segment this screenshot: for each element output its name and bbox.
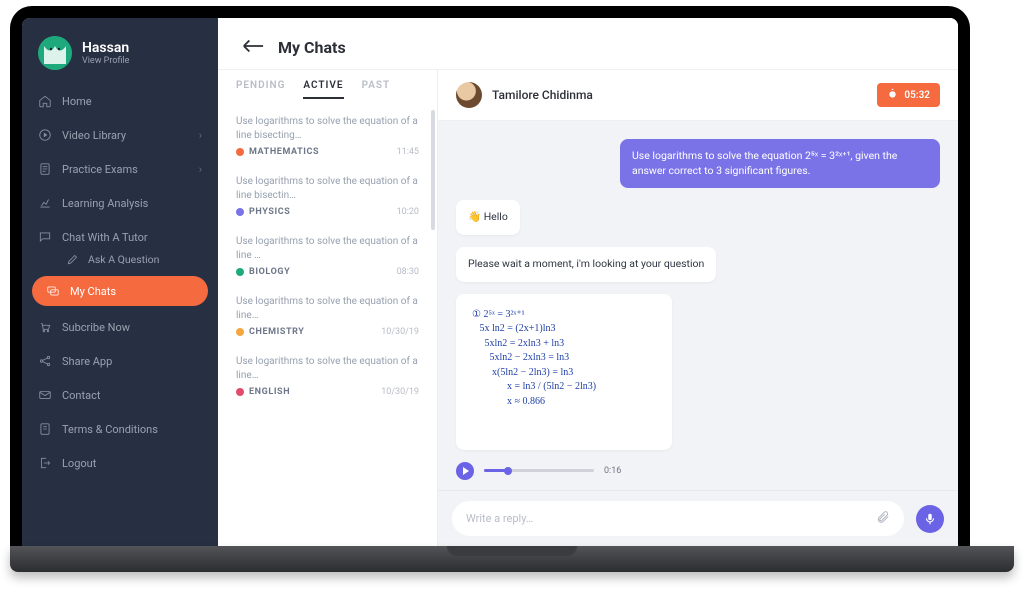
sidebar-item-learning-analysis[interactable]: Learning Analysis [22, 186, 218, 220]
audio-track[interactable] [484, 469, 594, 472]
contact-avatar [456, 82, 482, 108]
subject-dot [236, 328, 244, 336]
sidebar: Hassan View Profile Home Video Library ›… [22, 18, 218, 546]
sidebar-item-label: Chat With A Tutor [62, 231, 148, 244]
reply-input[interactable] [466, 512, 866, 525]
scrollbar-thumb[interactable] [431, 110, 435, 230]
profile-name: Hassan [82, 40, 129, 56]
sidebar-item-label: Practice Exams [62, 163, 138, 176]
reply-field-wrap [452, 501, 904, 536]
avatar [38, 36, 72, 70]
session-timer: 05:32 [877, 83, 940, 107]
sidebar-item-label: Subcribe Now [62, 321, 130, 334]
message-image[interactable]: ① 2⁵ˣ = 3²ˣ⁺¹ 5x ln2 = (2x+1)ln3 5xln2 =… [456, 294, 672, 450]
back-button[interactable] [242, 38, 264, 57]
profile-block[interactable]: Hassan View Profile [22, 18, 218, 84]
mic-button[interactable] [916, 505, 944, 533]
sidebar-item-label: Contact [62, 389, 100, 402]
sidebar-item-label: Home [62, 95, 92, 108]
stopwatch-icon [887, 88, 898, 102]
sidebar-item-label: Terms & Conditions [62, 423, 158, 436]
audio-duration: 0:16 [604, 466, 621, 476]
chats-icon [46, 284, 60, 298]
tab-active[interactable]: ACTIVE [303, 80, 343, 99]
chat-list-item[interactable]: Use logarithms to solve the equation of … [218, 285, 437, 345]
chat-list-item[interactable]: Use logarithms to solve the equation of … [218, 105, 437, 165]
message-audio: 0:16 [456, 462, 621, 480]
play-icon [38, 128, 52, 142]
chart-icon [38, 196, 52, 210]
message-incoming: Hello [456, 200, 520, 235]
tab-pending[interactable]: PENDING [236, 80, 285, 99]
main-panel: My Chats PENDING ACTIVE PAST Use logarit… [218, 18, 958, 546]
profile-subtitle[interactable]: View Profile [82, 56, 129, 66]
tab-past[interactable]: PAST [362, 80, 391, 99]
chat-list-item[interactable]: Use logarithms to solve the equation of … [218, 165, 437, 225]
sidebar-item-label: Logout [62, 457, 96, 470]
conversation-panel: Tamilore Chidinma 05:32 Use logarithms t… [438, 70, 958, 546]
sidebar-item-video-library[interactable]: Video Library › [22, 118, 218, 152]
sidebar-item-practice-exams[interactable]: Practice Exams › [22, 152, 218, 186]
math-work-image: ① 2⁵ˣ = 3²ˣ⁺¹ 5x ln2 = (2x+1)ln3 5xln2 =… [464, 302, 664, 442]
chat-tabs: PENDING ACTIVE PAST [218, 80, 437, 105]
subject-dot [236, 148, 244, 156]
sidebar-item-terms[interactable]: Terms & Conditions [22, 412, 218, 446]
composer [438, 490, 958, 546]
message-outgoing: Use logarithms to solve the equation 2⁵ˣ… [620, 139, 940, 188]
message-incoming: Please wait a moment, i'm looking at you… [456, 247, 716, 282]
contact-name: Tamilore Chidinma [492, 88, 593, 102]
chat-list-item[interactable]: Use logarithms to solve the equation of … [218, 225, 437, 285]
sidebar-item-label: My Chats [70, 285, 116, 298]
message-list[interactable]: Use logarithms to solve the equation 2⁵ˣ… [438, 121, 958, 490]
cart-icon [38, 320, 52, 334]
share-icon [38, 354, 52, 368]
sidebar-item-label: Video Library [62, 129, 126, 142]
sidebar-sub-ask-question[interactable]: Ask A Question [22, 252, 218, 266]
subject-dot [236, 268, 244, 276]
sidebar-item-my-chats[interactable]: My Chats [32, 276, 208, 306]
edit-icon [66, 252, 80, 266]
chevron-right-icon: › [199, 163, 202, 176]
chat-list-item[interactable]: Use logarithms to solve the equation of … [218, 345, 437, 405]
laptop-base [10, 546, 1014, 572]
sidebar-item-contact[interactable]: Contact [22, 378, 218, 412]
sidebar-item-chat-with-tutor[interactable]: Chat With A Tutor [22, 220, 218, 254]
sidebar-item-home[interactable]: Home [22, 84, 218, 118]
titlebar: My Chats [218, 18, 958, 70]
chat-icon [38, 230, 52, 244]
sidebar-item-share-app[interactable]: Share App [22, 344, 218, 378]
conversation-header: Tamilore Chidinma 05:32 [438, 70, 958, 121]
terms-icon [38, 422, 52, 436]
chevron-right-icon: › [199, 129, 202, 142]
subject-dot [236, 388, 244, 396]
sidebar-item-label: Share App [62, 355, 112, 368]
subject-dot [236, 208, 244, 216]
attach-button[interactable] [876, 509, 890, 528]
logout-icon [38, 456, 52, 470]
home-icon [38, 94, 52, 108]
mail-icon [38, 388, 52, 402]
sidebar-nav: Home Video Library › Practice Exams › Le… [22, 84, 218, 480]
sidebar-item-label: Learning Analysis [62, 197, 148, 210]
sidebar-item-subscribe[interactable]: Subcribe Now [22, 310, 218, 344]
play-button[interactable] [456, 462, 474, 480]
chat-list: PENDING ACTIVE PAST Use logarithms to so… [218, 70, 438, 546]
sidebar-item-logout[interactable]: Logout [22, 446, 218, 480]
doc-icon [38, 162, 52, 176]
page-title: My Chats [278, 38, 346, 57]
